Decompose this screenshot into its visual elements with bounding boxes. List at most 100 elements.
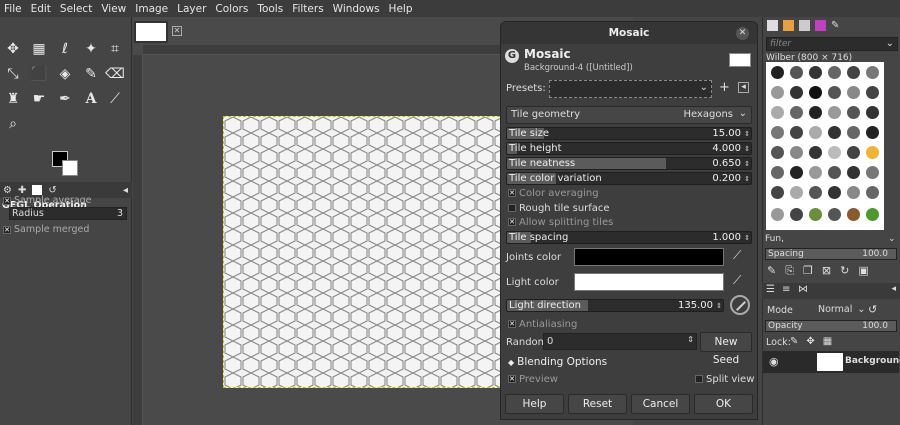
help-button[interactable]: Help (505, 394, 564, 414)
tile-spacing-slider[interactable]: Tile spacing 1.000 ⇕ (506, 231, 752, 244)
brush-spacing-slider[interactable]: Spacing 100.0 (765, 248, 897, 260)
spin-arrows-icon[interactable]: ⇕ (744, 173, 750, 184)
rect-select-icon[interactable]: ▦ (28, 38, 50, 60)
crop-icon[interactable]: ⌗ (104, 38, 126, 60)
color-picker-icon[interactable]: ⟋ (733, 273, 741, 288)
radius-slider[interactable]: Radius 3 (9, 207, 127, 220)
spin-arrows-icon[interactable]: ⇕ (687, 335, 694, 344)
mode-select[interactable]: Normal ⌄ (818, 304, 865, 315)
visibility-eye-icon[interactable]: ◉ (769, 355, 779, 368)
opacity-slider[interactable]: Opacity 100.0 (765, 320, 897, 332)
light-color-swatch[interactable] (574, 273, 724, 291)
preset-menu-icon[interactable]: ◂ (738, 82, 749, 93)
blending-options-expander[interactable]: ◆ Blending Options (508, 356, 607, 368)
presets-combo[interactable]: ⌄ (549, 80, 712, 98)
lock-alpha-icon[interactable]: ▦ (823, 336, 832, 347)
path-icon[interactable]: ✒ (54, 88, 76, 110)
fuzzy-select-icon[interactable]: ✦ (80, 38, 102, 60)
cancel-button[interactable]: Cancel (631, 394, 690, 414)
tile-neatness-slider[interactable]: Tile neatness 0.650 ⇕ (506, 157, 752, 170)
menu-layer[interactable]: Layer (177, 3, 206, 15)
tile-geometry-combo[interactable]: Tile geometry Hexagons ⌄ (506, 106, 752, 124)
gradients-tab-icon[interactable] (815, 20, 826, 31)
lasso-icon[interactable]: ℓ (54, 38, 76, 60)
channels-tab-icon[interactable]: ≡ (782, 284, 790, 295)
move-icon[interactable]: ✥ (2, 38, 24, 60)
menu-windows[interactable]: Windows (333, 3, 380, 15)
menu-edit[interactable]: Edit (31, 3, 51, 15)
rough-tile-surface-toggle[interactable]: Rough tile surface (508, 203, 610, 214)
spin-arrows-icon[interactable]: ⇕ (744, 128, 750, 139)
close-dialog-icon[interactable]: ✕ (736, 27, 749, 40)
tab-menu-icon[interactable]: ◂ (123, 185, 128, 196)
menu-view[interactable]: View (101, 3, 126, 15)
tab-menu-icon[interactable]: ◂ (891, 284, 896, 294)
edit-brush-icon[interactable]: ✎ (767, 264, 776, 278)
new-seed-button[interactable]: New Seed (700, 332, 752, 366)
fonts-tab-icon[interactable] (799, 20, 810, 31)
background-color[interactable] (62, 160, 78, 176)
smudge-icon[interactable]: ☛ (28, 88, 50, 110)
spin-arrows-icon[interactable]: ⇕ (744, 143, 750, 154)
layers-tab-icon[interactable]: ☰ (766, 284, 775, 295)
add-preset-icon[interactable]: + (719, 80, 730, 96)
device-status-tab-icon[interactable]: ✚ (18, 185, 26, 196)
image-canvas[interactable] (223, 116, 505, 388)
menu-filters[interactable]: Filters (292, 3, 323, 15)
tile-height-slider[interactable]: Tile height 4.000 ⇕ (506, 142, 752, 155)
light-direction-dial[interactable] (730, 295, 750, 315)
text-icon[interactable]: A (80, 88, 102, 110)
new-brush-icon[interactable]: ⎘ (785, 264, 794, 278)
zoom-icon[interactable]: ⌕ (2, 113, 24, 135)
menu-colors[interactable]: Colors (215, 3, 248, 15)
bucket-icon[interactable]: ◈ (54, 63, 76, 85)
brush-filter-input[interactable]: filter ⌄ (766, 37, 898, 51)
layer-mode-reset-icon[interactable]: ↺ (868, 303, 877, 316)
menu-help[interactable]: Help (389, 3, 413, 15)
tool-presets-tab-icon[interactable]: ✎ (831, 20, 839, 31)
allow-splitting-toggle[interactable]: ✕ Allow splitting tiles (508, 217, 613, 228)
paths-tab-icon[interactable]: ⋈ (798, 284, 808, 295)
lock-pixels-icon[interactable]: ✎ (790, 336, 798, 347)
brush-grid[interactable] (766, 62, 884, 230)
tile-size-slider[interactable]: Tile size 15.00 ⇕ (506, 127, 752, 140)
layer-row[interactable]: ◉ Background (763, 351, 900, 373)
menu-file[interactable]: File (4, 3, 22, 15)
tool-options-tab-icon[interactable]: ⚙ (3, 185, 12, 196)
color-averaging-toggle[interactable]: ✕ Color averaging (508, 188, 599, 199)
menu-tools[interactable]: Tools (257, 3, 283, 15)
brushes-tab-icon[interactable] (767, 20, 778, 31)
antialiasing-toggle[interactable]: ✕ Antialiasing (508, 319, 577, 330)
delete-brush-icon[interactable]: ⊠ (822, 264, 831, 278)
spin-arrows-icon[interactable]: ⇕ (716, 300, 722, 311)
menu-image[interactable]: Image (135, 3, 168, 15)
ok-button[interactable]: OK (694, 394, 753, 414)
lock-position-icon[interactable]: ✥ (806, 336, 814, 347)
tile-color-variation-slider[interactable]: Tile color variation 0.200 ⇕ (506, 172, 752, 185)
preview-toggle[interactable]: ✕ Preview (508, 374, 558, 385)
duplicate-brush-icon[interactable]: ❐ (803, 264, 813, 278)
clone-icon[interactable]: ♜ (2, 88, 24, 110)
joints-color-swatch[interactable] (574, 248, 724, 266)
spin-arrows-icon[interactable]: ⇕ (744, 158, 750, 169)
light-direction-slider[interactable]: Light direction 135.00 ⇕ (506, 299, 724, 312)
transform-icon[interactable]: ⤡ (2, 63, 24, 85)
patterns-tab-icon[interactable] (783, 20, 794, 31)
color-picker-icon[interactable]: ⟋ (104, 88, 126, 110)
sample-average-toggle[interactable]: ✕ Sample average (3, 195, 92, 206)
split-view-toggle[interactable]: Split view (695, 374, 754, 385)
menu-select[interactable]: Select (60, 3, 92, 15)
random-seed-input[interactable]: 0 ⇕ (543, 333, 697, 350)
eraser-icon[interactable]: ⌫ (104, 63, 126, 85)
paintbrush-icon[interactable]: ✎ (80, 63, 102, 85)
image-tab-thumbnail[interactable] (134, 21, 168, 43)
spin-arrows-icon[interactable]: ⇕ (744, 232, 750, 243)
open-as-image-icon[interactable]: ▣ (858, 264, 868, 278)
warp-icon[interactable]: ⬛ (28, 63, 50, 85)
close-image-tab-icon[interactable]: ✕ (172, 26, 182, 36)
chevron-down-icon[interactable]: ⌄ (888, 234, 896, 244)
reset-button[interactable]: Reset (568, 394, 627, 414)
undo-tab-icon[interactable]: ↺ (48, 185, 56, 196)
sample-merged-toggle[interactable]: ✕ Sample merged (3, 224, 89, 235)
color-picker-icon[interactable]: ⟋ (733, 248, 741, 263)
